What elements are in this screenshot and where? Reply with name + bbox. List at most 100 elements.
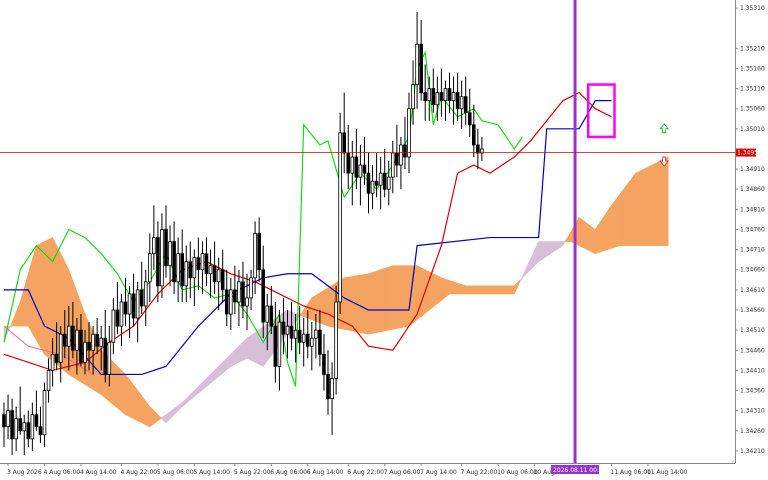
kumo-segment (44, 240, 47, 357)
candle-body (220, 269, 225, 291)
kumo-segment (252, 331, 256, 363)
kumo-segment (659, 159, 663, 246)
x-tick-label: 11 Aug 06:00 (611, 469, 652, 476)
kumo-segment (467, 285, 471, 295)
kumo-segment (493, 285, 497, 295)
kumo-segment (212, 369, 215, 383)
kumo-segment (206, 375, 209, 388)
kumo-segment (396, 265, 400, 329)
y-tick-label: 1.34360 (740, 388, 765, 395)
kumo-segment (226, 355, 230, 371)
candle-body (241, 281, 245, 307)
kumo-segment (125, 373, 128, 417)
kumo-segment (143, 397, 147, 426)
kumo-segment (538, 241, 541, 263)
kumo-segment (432, 273, 436, 308)
candle-body (386, 176, 391, 190)
kumo-segment (149, 405, 153, 428)
kumo-segment (115, 363, 118, 409)
candle-body (127, 293, 132, 315)
x-tick-label: 3 Aug 2026 (7, 469, 42, 476)
kumo-segment (366, 273, 369, 335)
kumo-segment (129, 378, 132, 419)
candle-body (318, 329, 322, 355)
kumo-segment (218, 363, 221, 378)
candle-body (476, 144, 480, 154)
candle-body (147, 253, 152, 283)
kumo-segment (439, 276, 442, 303)
candle-body (374, 180, 379, 186)
kumo-segment (404, 265, 408, 328)
kumo-segment (230, 351, 234, 367)
kumo-segment (605, 210, 608, 251)
candle-body (362, 164, 367, 174)
candle-body (459, 96, 464, 110)
x-tick-label: 4 Aug 06:00 (44, 469, 81, 476)
candle-body (305, 333, 310, 347)
candle-body (6, 410, 10, 428)
kumo-segment (244, 337, 248, 360)
kumo-segment (131, 381, 134, 420)
candle-body (228, 289, 233, 315)
candle-body (366, 172, 371, 194)
candle-body (196, 257, 201, 271)
kumo-segment (649, 164, 653, 246)
candle-body (46, 369, 51, 391)
candle-body (62, 333, 67, 347)
kumo-segment (485, 285, 489, 295)
kumo-segment (372, 271, 375, 334)
y-tick-label: 1.34460 (740, 347, 765, 354)
kumo-segment (238, 343, 242, 363)
kumo-segment (558, 241, 562, 249)
kumo-segment (200, 381, 203, 393)
kumo-segment (48, 238, 51, 360)
kumo-segment (392, 265, 396, 330)
kumo-segment (453, 281, 456, 295)
candle-body (180, 253, 185, 287)
kumo-segment (351, 275, 355, 332)
kumo-segment (36, 244, 39, 345)
kumo-segment (380, 268, 383, 333)
candle-body (411, 84, 415, 110)
candle-body (342, 132, 346, 154)
kumo-segment (451, 280, 454, 295)
candle-body (91, 333, 95, 351)
candle-body (439, 92, 444, 102)
candle-body (168, 241, 172, 267)
current-price-badge: 1.34951 (736, 148, 762, 157)
kumo-segment (414, 265, 418, 322)
candle-body (99, 337, 104, 347)
kumo-segment (242, 339, 246, 361)
kumo-segment (327, 286, 331, 327)
y-tick-label: 1.35310 (740, 5, 765, 12)
kumo-segment (546, 241, 550, 257)
candle-body (261, 269, 265, 323)
kumo-segment (240, 341, 244, 362)
x-tick-label: 5 Aug 14:00 (193, 469, 230, 476)
candle-body (326, 374, 330, 399)
kumo-segment (145, 400, 149, 427)
y-tick-label: 1.34210 (740, 448, 765, 455)
candle-body (2, 414, 6, 428)
kumo-segment (208, 373, 211, 386)
candle-body (415, 43, 419, 85)
kumo-segment (552, 241, 556, 253)
time-marker-label: 2026.08.11 00:00 (553, 467, 607, 474)
kumo-segment (325, 287, 329, 327)
candle-body (42, 390, 47, 436)
y-tick-label: 1.35160 (740, 65, 765, 72)
kumo-segment (437, 275, 440, 305)
candle-body (249, 277, 253, 299)
candle-body (455, 92, 460, 110)
kumo-segment (155, 411, 159, 423)
kumo-segment (27, 266, 31, 331)
kumo-segment (246, 336, 250, 360)
candle-body (338, 132, 342, 303)
kumo-segment (599, 219, 602, 253)
candle-body (95, 333, 99, 347)
kumo-segment (607, 207, 610, 251)
x-tick-label: 6 Aug 14:00 (307, 469, 344, 476)
candle-body (419, 43, 423, 93)
x-tick-label: 4 Aug 22:00 (120, 469, 157, 476)
y-tick-label: 1.35010 (740, 126, 765, 133)
